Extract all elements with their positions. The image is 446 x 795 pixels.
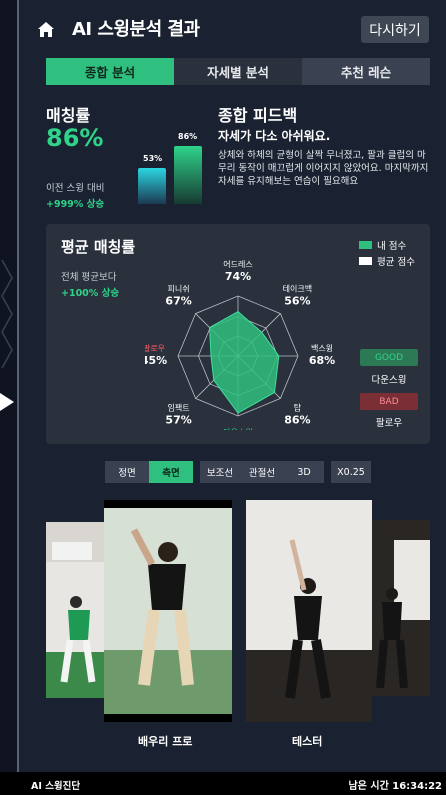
match-label: 매칭률 [46, 106, 91, 125]
deco-zigzag [1, 260, 13, 369]
radar-axis-label-6: 팔로우 [145, 343, 165, 353]
radar-axis-label-3: 탑 [294, 403, 302, 412]
avg-match-title: 평균 매칭률 [61, 238, 136, 256]
page-title: AI 스윙분석 결과 [72, 19, 200, 40]
footer-app-name: AI 스윙진단 [31, 781, 81, 792]
pro-video-side[interactable] [104, 500, 232, 722]
radar-axis-label-7: 피니쉬 [168, 284, 190, 294]
tab-overall[interactable]: 종합 분석 [46, 58, 174, 85]
footer-time-left: 남은 시간 16:34:22 [348, 781, 442, 792]
good-badge: GOOD [360, 349, 418, 366]
prev-compare-label: 이전 스윙 대비 [46, 183, 105, 194]
bad-item: 팔로우 [375, 418, 403, 429]
avg-compare-label: 전체 평균보다 [61, 272, 117, 283]
radar-score-area [209, 310, 280, 414]
legend-label-avg: 평균 점수 [377, 257, 415, 268]
feedback-body: 상체와 하체의 균형이 살짝 무너졌고, 팔과 클럽의 마무리 동작이 매끄럽게… [218, 150, 429, 187]
pro-video-label: 배우리 프로 [138, 735, 193, 748]
tester-video-label: 테스터 [292, 735, 323, 748]
bar-previous [138, 168, 166, 204]
pro-front-figure [46, 522, 108, 698]
pro-video-front[interactable] [46, 522, 108, 698]
bar-label-previous: 53% [143, 154, 163, 163]
radar-axis-label-5: 임팩트 [168, 402, 190, 412]
radar-axis-label-1: 테이크백 [283, 284, 312, 294]
home-button[interactable] [32, 16, 59, 43]
good-item: 다운스윙 [371, 375, 407, 386]
tester-side-figure [246, 500, 372, 722]
tester-video-front[interactable] [372, 520, 430, 696]
radar-axis-label-2: 백스윙 [311, 343, 333, 353]
bad-badge: BAD [360, 393, 418, 410]
tab-lesson[interactable]: 추천 레슨 [302, 58, 430, 85]
feedback-headline: 자세가 다소 아쉬워요. [218, 129, 331, 143]
legend-mine: 내 점수 [359, 238, 406, 252]
retry-button[interactable]: 다시하기 [361, 16, 429, 43]
legend-swatch-mine [359, 241, 372, 249]
avg-compare-change: +100% 상승 [61, 288, 120, 299]
tester-front-figure [376, 540, 430, 689]
view-side-button[interactable]: 측면 [149, 461, 193, 483]
guide-line-button[interactable]: 보조선 [200, 461, 240, 483]
home-icon [37, 22, 54, 37]
3d-button[interactable]: 3D [284, 461, 324, 483]
radar-axis-value-6: 45% [145, 354, 167, 367]
legend-avg: 평균 점수 [359, 254, 415, 268]
radar-axis-value-7: 67% [165, 295, 191, 308]
radar-axis-label-0: 어드레스 [223, 259, 252, 269]
bar-current [174, 146, 202, 204]
radar-axis-label-4: 다운스윙 [223, 427, 252, 430]
bar-label-current: 86% [178, 132, 198, 141]
tab-posture[interactable]: 자세별 분석 [174, 58, 302, 85]
radar-axis-value-1: 56% [284, 295, 310, 308]
radar-chart: 어드레스74%테이크백56%백스윙68%탑86%다운스윙95%임팩트57%팔로우… [145, 259, 335, 430]
overlay-toggle: 보조선 관절선 3D [200, 461, 324, 483]
legend-swatch-avg [359, 257, 372, 265]
analysis-tabs: 종합 분석 자세별 분석 추천 레슨 [46, 58, 430, 85]
feedback-title: 종합 피드백 [218, 106, 298, 125]
radar-axis-value-3: 86% [284, 413, 310, 426]
tester-video-side[interactable] [246, 500, 372, 722]
radar-axis-value-5: 57% [165, 413, 191, 426]
pro-side-figure [104, 508, 232, 714]
play-arrow-icon[interactable] [0, 393, 14, 411]
view-front-button[interactable]: 정면 [105, 461, 149, 483]
joint-line-button[interactable]: 관절선 [240, 461, 284, 483]
view-toggle: 정면 측면 [105, 461, 193, 483]
prev-compare-change: +999% 상승 [46, 199, 105, 210]
legend-label-mine: 내 점수 [377, 241, 407, 252]
match-value: 86% [46, 124, 104, 152]
radar-axis-value-2: 68% [309, 354, 335, 367]
speed-button[interactable]: X0.25 [331, 461, 371, 483]
radar-axis-value-0: 74% [225, 270, 251, 283]
speed-label: X0.25 [337, 466, 365, 478]
